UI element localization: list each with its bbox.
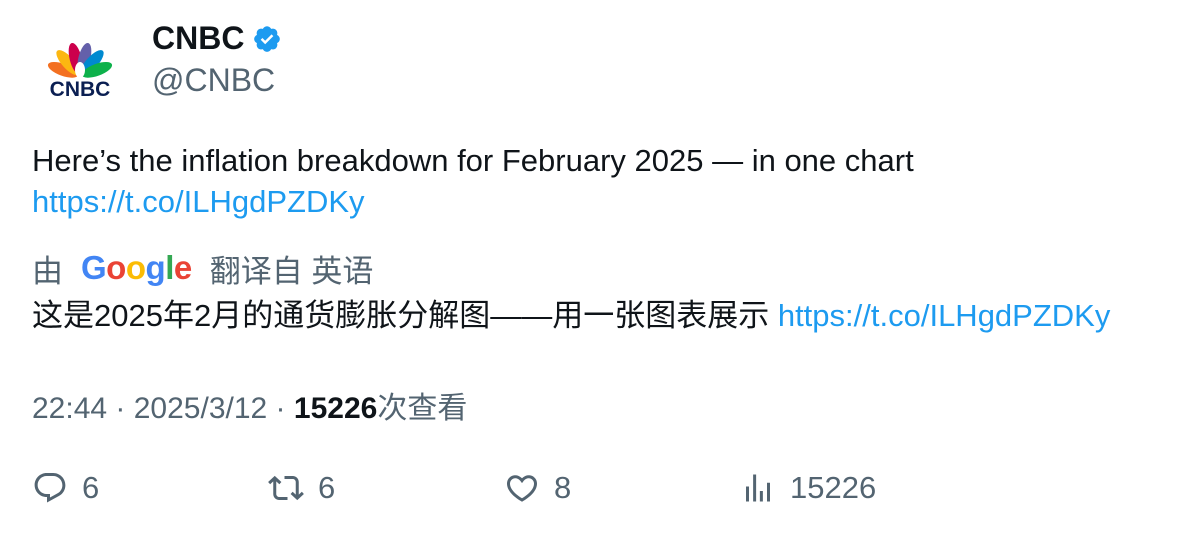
avatar[interactable]: CNBC — [32, 28, 128, 112]
translated-text: 这是2025年2月的通货膨胀分解图——用一张图表展示 https://t.co/… — [32, 294, 1110, 338]
tweet-time[interactable]: 22:44 — [32, 392, 107, 425]
display-name-row[interactable]: CNBC — [152, 20, 282, 57]
meta-separator: · — [107, 392, 134, 425]
tweet-body: Here’s the inflation breakdown for Febru… — [32, 143, 914, 178]
translated-body: 这是2025年2月的通货膨胀分解图——用一张图表展示 — [32, 298, 770, 333]
translated-link[interactable]: https://t.co/ILHgdPZDKy — [778, 298, 1111, 333]
repost-icon — [268, 475, 304, 501]
display-name[interactable]: CNBC — [152, 20, 244, 57]
like-button[interactable]: 8 — [504, 470, 571, 506]
translation-prefix: 由 — [32, 253, 63, 289]
views-button[interactable]: 15226 — [740, 470, 876, 506]
cnbc-peacock-logo: CNBC — [47, 42, 113, 101]
tweet-meta: 22:44 · 2025/3/12 · 15226次查看 — [32, 383, 467, 427]
views-count-action: 15226 — [790, 470, 877, 505]
action-bar: 6 6 8 15226 — [0, 470, 1196, 516]
reply-button[interactable]: 6 — [32, 470, 99, 506]
verified-badge-icon[interactable] — [252, 24, 282, 54]
views-label: 次查看 — [377, 392, 468, 425]
svg-text:CNBC: CNBC — [50, 78, 111, 101]
views-count: 15226 — [293, 392, 378, 425]
google-logo: Google — [81, 249, 192, 286]
repost-count: 6 — [318, 470, 336, 505]
tweet-date[interactable]: 2025/3/12 — [134, 392, 267, 425]
reply-icon — [34, 473, 66, 503]
reply-count: 6 — [82, 470, 100, 505]
translation-suffix: 翻译自 英语 — [209, 253, 374, 289]
views-icon — [746, 474, 770, 502]
meta-separator: · — [267, 392, 294, 425]
tweet-link[interactable]: https://t.co/ILHgdPZDKy — [32, 184, 365, 219]
tweet-text: Here’s the inflation breakdown for Febru… — [32, 140, 1172, 222]
translation-attribution: 由 Google 翻译自 英语 — [32, 244, 373, 292]
user-handle[interactable]: @CNBC — [152, 62, 275, 99]
repost-button[interactable]: 6 — [268, 470, 335, 506]
like-count: 8 — [554, 470, 572, 505]
like-icon — [506, 475, 538, 502]
